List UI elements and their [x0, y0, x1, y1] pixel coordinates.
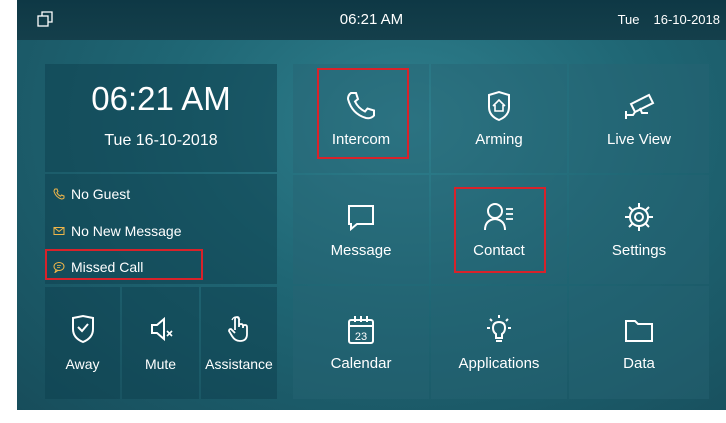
live-view-label: Live View [607, 131, 671, 148]
arming-label: Arming [475, 131, 523, 148]
status-bar: 06:21 AM Tue 16-10-2018 [17, 0, 726, 40]
settings-tile[interactable]: Settings [569, 175, 709, 284]
shield-home-icon [488, 90, 510, 122]
clock-time: 06:21 AM [91, 80, 231, 117]
away-button[interactable]: Away [45, 287, 120, 399]
security-camera-icon [625, 93, 655, 119]
status-no-message[interactable]: No New Message [53, 223, 182, 239]
data-tile[interactable]: Data [569, 286, 709, 399]
status-date-value: 16-10-2018 [653, 12, 721, 27]
away-label: Away [65, 356, 100, 372]
applications-label: Applications [458, 355, 540, 372]
mute-label: Mute [144, 356, 177, 372]
clock-date: Tue 16-10-2018 [104, 132, 218, 149]
calendar-label: Calendar [330, 355, 392, 372]
gear-icon [625, 203, 653, 231]
calendar-tile[interactable]: 23 Calendar [293, 286, 429, 399]
lightbulb-icon [487, 315, 511, 342]
status-label: No Guest [71, 186, 131, 202]
calendar-icon: 23 [348, 316, 374, 344]
assistance-button[interactable]: Assistance [201, 287, 277, 399]
message-tile[interactable]: Message [293, 175, 429, 284]
arming-tile[interactable]: Arming [431, 64, 567, 173]
data-label: Data [623, 355, 655, 372]
missed-call-highlight [45, 249, 203, 280]
shield-check-icon [71, 314, 94, 344]
status-no-guest[interactable]: No Guest [53, 186, 130, 202]
live-view-tile[interactable]: Live View [569, 64, 709, 173]
status-day: Tue [617, 12, 640, 27]
phone-icon [53, 188, 65, 200]
message-bubble-icon [348, 205, 374, 232]
clock-panel: 06:21 AM Tue 16-10-2018 [45, 64, 277, 172]
status-label: No New Message [71, 223, 182, 239]
settings-label: Settings [611, 242, 667, 259]
contact-highlight [454, 187, 546, 273]
assistance-label: Assistance [205, 356, 273, 372]
speaker-mute-icon [150, 316, 173, 342]
calendar-day: 23 [355, 331, 367, 343]
applications-tile[interactable]: Applications [431, 286, 567, 399]
folder-icon [625, 320, 653, 342]
mute-button[interactable]: Mute [122, 287, 199, 399]
envelope-icon [53, 227, 65, 235]
status-date: Tue 16-10-2018 [618, 12, 720, 27]
home-screen: 06:21 AM Tue 16-10-2018 06:21 AM Tue 16-… [17, 0, 726, 410]
intercom-highlight [317, 68, 409, 159]
hand-pointer-icon [228, 316, 248, 342]
message-label: Message [330, 242, 392, 259]
